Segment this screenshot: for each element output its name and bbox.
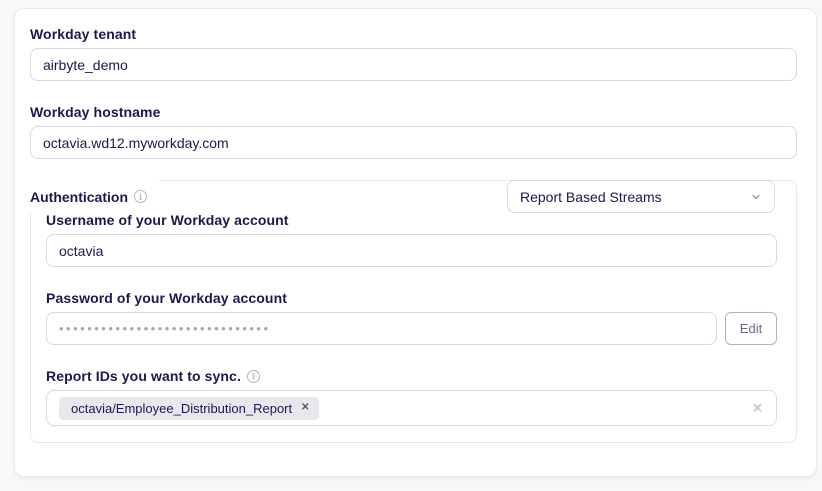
workday-hostname-input[interactable] bbox=[30, 126, 797, 159]
workday-hostname-field: Workday hostname bbox=[30, 105, 797, 159]
tag-remove-icon[interactable]: ✕ bbox=[301, 403, 309, 413]
report-id-tag: octavia/Employee_Distribution_Report ✕ bbox=[59, 397, 319, 420]
auth-method-selected-value: Report Based Streams bbox=[520, 189, 662, 205]
authentication-section: Username of your Workday account Passwor… bbox=[30, 180, 797, 443]
workday-tenant-input[interactable] bbox=[30, 48, 797, 81]
username-label-text: Username of your Workday account bbox=[46, 213, 289, 227]
authentication-label-text: Authentication bbox=[30, 189, 128, 205]
password-label-text: Password of your Workday account bbox=[46, 291, 287, 305]
password-field: Password of your Workday account Edit bbox=[46, 291, 777, 345]
connector-settings-card: Workday tenant Workday hostname Username… bbox=[14, 8, 817, 477]
username-input[interactable] bbox=[46, 234, 777, 267]
report-ids-field: Report IDs you want to sync. i octavia/E… bbox=[46, 369, 777, 426]
authentication-group-box: Username of your Workday account Passwor… bbox=[30, 180, 797, 443]
password-edit-button[interactable]: Edit bbox=[725, 312, 777, 345]
username-field: Username of your Workday account bbox=[46, 213, 777, 267]
report-ids-tag-input[interactable]: octavia/Employee_Distribution_Report ✕ ✕ bbox=[46, 390, 777, 426]
workday-tenant-field: Workday tenant bbox=[30, 27, 797, 81]
info-icon[interactable]: i bbox=[247, 370, 260, 383]
workday-tenant-label-text: Workday tenant bbox=[30, 27, 136, 41]
password-label: Password of your Workday account bbox=[46, 291, 777, 305]
workday-hostname-label-text: Workday hostname bbox=[30, 105, 161, 119]
workday-hostname-label: Workday hostname bbox=[30, 105, 797, 119]
report-ids-label: Report IDs you want to sync. i bbox=[46, 369, 777, 383]
auth-method-dropdown[interactable]: Report Based Streams bbox=[507, 180, 775, 213]
info-icon[interactable]: i bbox=[134, 190, 147, 203]
workday-tenant-label: Workday tenant bbox=[30, 27, 797, 41]
username-label: Username of your Workday account bbox=[46, 213, 777, 227]
password-input[interactable] bbox=[46, 312, 717, 345]
chevron-down-icon bbox=[750, 191, 762, 203]
authentication-label: Authentication i bbox=[30, 180, 159, 213]
authentication-header: Authentication i Report Based Streams bbox=[30, 180, 797, 213]
clear-all-icon[interactable]: ✕ bbox=[752, 402, 763, 415]
password-row: Edit bbox=[46, 312, 777, 345]
report-ids-label-text: Report IDs you want to sync. bbox=[46, 369, 241, 383]
report-id-tag-text: octavia/Employee_Distribution_Report bbox=[71, 401, 292, 416]
